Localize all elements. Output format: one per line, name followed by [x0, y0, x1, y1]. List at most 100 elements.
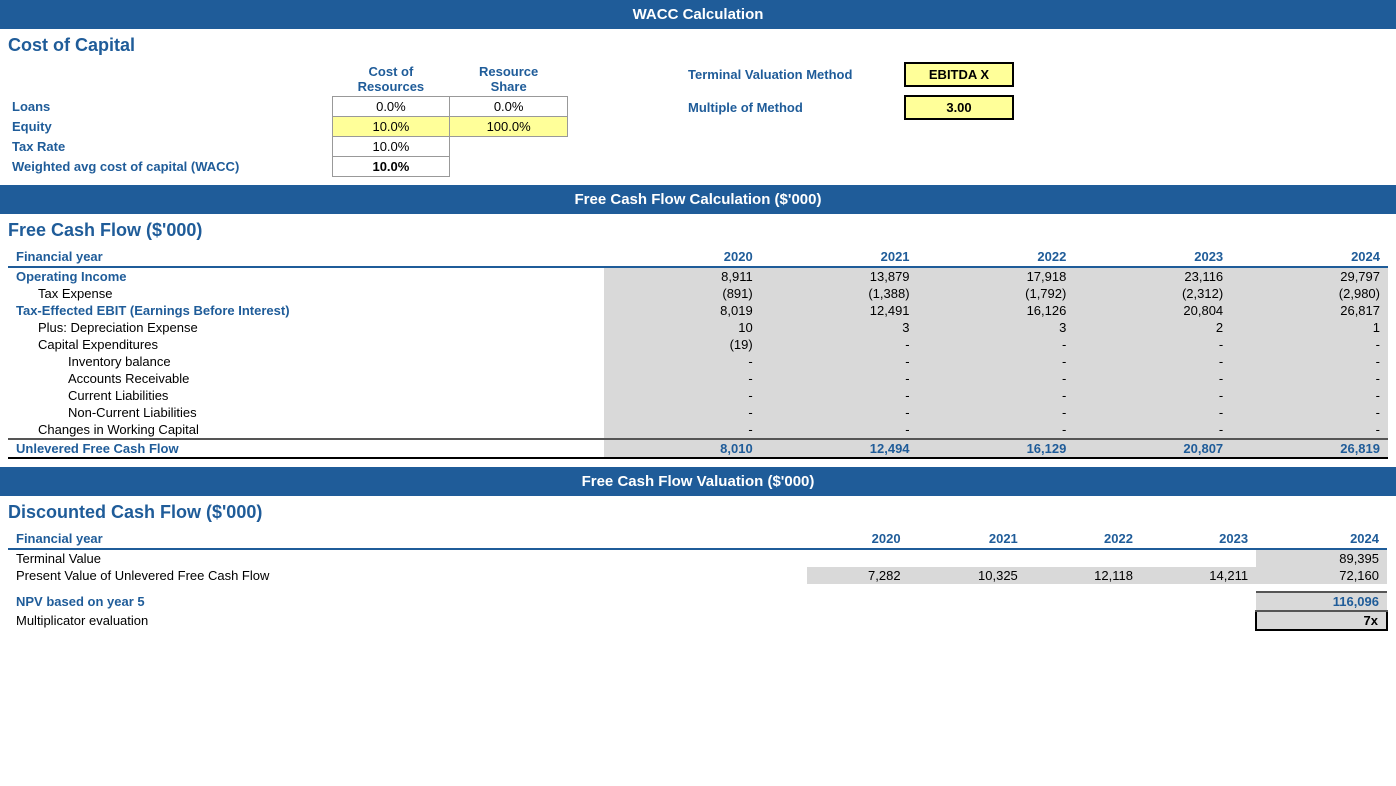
cost-row-label-3: Weighted avg cost of capital (WACC) — [8, 157, 332, 177]
fcf-val-6-2: - — [918, 353, 1075, 370]
terminal-method-label: Terminal Valuation Method — [688, 67, 888, 82]
dcf-header-2: 2022 — [1026, 529, 1141, 549]
cost-row-cost-0: 0.0% — [332, 97, 450, 117]
dcf-header-0: 2020 — [807, 529, 909, 549]
dcf-table: Financial year20202021202220232024Termin… — [8, 529, 1388, 631]
fcf-val-1-0: 8,911 — [604, 267, 761, 285]
fcf-val-11-4: 26,819 — [1231, 439, 1388, 458]
fcf-val-7-3: - — [1074, 370, 1231, 387]
dcf-val-1-2 — [1026, 549, 1141, 567]
fcf-val-3-3: 20,804 — [1074, 302, 1231, 319]
fcf-val-5-0: (19) — [604, 336, 761, 353]
fcf-val-8-1: - — [761, 387, 918, 404]
fcf-label-7: Accounts Receivable — [8, 370, 604, 387]
fcf-val-7-2: - — [918, 370, 1075, 387]
fcf-val-10-4: - — [1231, 421, 1388, 439]
fcf-val-4-3: 2 — [1074, 319, 1231, 336]
dcf-val-2-3: 14,211 — [1141, 567, 1256, 584]
cost-row-cost-2: 10.0% — [332, 137, 450, 157]
dcf-val-5-0 — [807, 611, 909, 630]
fcf-val-10-2: - — [918, 421, 1075, 439]
fcf-label-9: Non-Current Liabilities — [8, 404, 604, 421]
dcf-val-2-2: 12,118 — [1026, 567, 1141, 584]
fcf-val-6-3: - — [1074, 353, 1231, 370]
fcf-val-8-3: - — [1074, 387, 1231, 404]
fcf-label-5: Capital Expenditures — [8, 336, 604, 353]
fcf-val-2-1: (1,388) — [761, 285, 918, 302]
fcf-val-3-2: 16,126 — [918, 302, 1075, 319]
fcf-val-7-0: - — [604, 370, 761, 387]
fcf-val-7-1: - — [761, 370, 918, 387]
dcf-val-5-2 — [1026, 611, 1141, 630]
dcf-val-5-4: 7x — [1256, 611, 1387, 630]
fcf-val-3-4: 26,817 — [1231, 302, 1388, 319]
fcf-val-3-1: 12,491 — [761, 302, 918, 319]
dcf-header-label: Financial year — [8, 529, 807, 549]
fcf-val-11-0: 8,010 — [604, 439, 761, 458]
fcf-calc-header: Free Cash Flow Calculation ($'000) — [0, 185, 1396, 214]
dcf-val-2-0: 7,282 — [807, 567, 909, 584]
fcf-val-11-1: 12,494 — [761, 439, 918, 458]
fcf-val-5-3: - — [1074, 336, 1231, 353]
fcf-val-2-4: (2,980) — [1231, 285, 1388, 302]
dcf-val-5-3 — [1141, 611, 1256, 630]
cost-row-share-3 — [450, 157, 568, 177]
dcf-val-4-1 — [909, 592, 1026, 611]
fcf-val-1-4: 29,797 — [1231, 267, 1388, 285]
fcf-col-2022: 2022 — [918, 247, 1075, 267]
fcf-val-2-0: (891) — [604, 285, 761, 302]
col-header-cost: Cost ofResources — [332, 62, 450, 97]
fcf-label-1: Operating Income — [8, 267, 604, 285]
fcf-val-8-2: - — [918, 387, 1075, 404]
fcf-val-5-4: - — [1231, 336, 1388, 353]
fcf-val-9-3: - — [1074, 404, 1231, 421]
fcf-col-2021: 2021 — [761, 247, 918, 267]
terminal-multiple-value: 3.00 — [904, 95, 1014, 120]
fcf-val-6-1: - — [761, 353, 918, 370]
dcf-val-5-1 — [909, 611, 1026, 630]
cost-row-share-0: 0.0% — [450, 97, 568, 117]
fcf-val-2-2: (1,792) — [918, 285, 1075, 302]
cost-of-capital-title: Cost of Capital — [0, 29, 1396, 58]
fcf-val-11-3: 20,807 — [1074, 439, 1231, 458]
fcf-val-5-1: - — [761, 336, 918, 353]
dcf-val-4-3 — [1141, 592, 1256, 611]
dcf-section-title: Discounted Cash Flow ($'000) — [0, 496, 1396, 525]
fcf-val-4-0: 10 — [604, 319, 761, 336]
fcf-col-2020: 2020 — [604, 247, 761, 267]
fcf-val-7-4: - — [1231, 370, 1388, 387]
fcf-label-2: Tax Expense — [8, 285, 604, 302]
col-header-share: ResourceShare — [450, 62, 568, 97]
fcf-val-1-3: 23,116 — [1074, 267, 1231, 285]
dcf-val-4-0 — [807, 592, 909, 611]
fcf-col-2023: 2023 — [1074, 247, 1231, 267]
fcf-val-3-0: 8,019 — [604, 302, 761, 319]
wacc-header: WACC Calculation — [0, 0, 1396, 29]
dcf-val-1-0 — [807, 549, 909, 567]
cost-row-share-2 — [450, 137, 568, 157]
fcf-section-title: Free Cash Flow ($'000) — [0, 214, 1396, 243]
dcf-val-2-4: 72,160 — [1256, 567, 1387, 584]
cost-row-cost-3: 10.0% — [332, 157, 450, 177]
fcf-val-9-2: - — [918, 404, 1075, 421]
dcf-label-4: NPV based on year 5 — [8, 592, 807, 611]
fcf-val-1-1: 13,879 — [761, 267, 918, 285]
fcf-col-header-label: Financial year — [8, 247, 604, 267]
fcf-val-4-1: 3 — [761, 319, 918, 336]
fcf-val-10-0: - — [604, 421, 761, 439]
fcf-label-6: Inventory balance — [8, 353, 604, 370]
fcf-val-5-2: - — [918, 336, 1075, 353]
fcf-label-8: Current Liabilities — [8, 387, 604, 404]
fcf-label-10: Changes in Working Capital — [8, 421, 604, 439]
cost-row-label-0: Loans — [8, 97, 332, 117]
terminal-method-value: EBITDA X — [904, 62, 1014, 87]
fcf-col-2024: 2024 — [1231, 247, 1388, 267]
dcf-val-4-4: 116,096 — [1256, 592, 1387, 611]
fcf-val-10-1: - — [761, 421, 918, 439]
fcf-val-4-2: 3 — [918, 319, 1075, 336]
cost-row-label-2: Tax Rate — [8, 137, 332, 157]
fcf-val-1-2: 17,918 — [918, 267, 1075, 285]
fcf-val-8-0: - — [604, 387, 761, 404]
fcf-val-6-0: - — [604, 353, 761, 370]
fcf-val-header: Free Cash Flow Valuation ($'000) — [0, 467, 1396, 496]
